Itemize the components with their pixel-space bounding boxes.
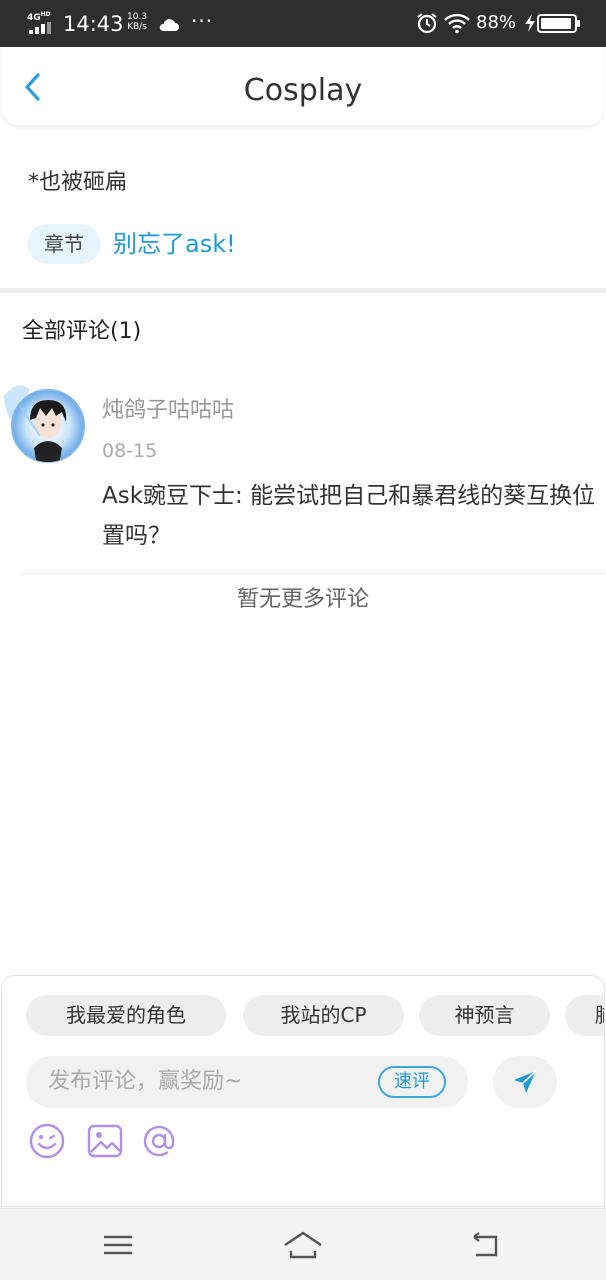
network-hd-label: HD [40, 11, 51, 18]
send-button[interactable] [493, 1056, 557, 1108]
section-divider [0, 288, 606, 293]
quick-chip[interactable]: 我最爱的角色 [26, 995, 226, 1036]
comment-date: 08-15 [102, 440, 158, 462]
comment-composer: 我最爱的角色 我站的CP 神预言 脑 发布评论，赢奖励~ 速评 [1, 975, 605, 1207]
page-title: Cosplay [243, 73, 363, 108]
post-text: *也被砸扁 [28, 170, 128, 195]
cloud-icon [159, 19, 179, 31]
comment-input[interactable]: 发布评论，赢奖励~ 速评 [26, 1056, 468, 1108]
comment-divider [20, 573, 606, 574]
mention-icon[interactable] [140, 1122, 178, 1160]
alarm-icon [417, 13, 437, 34]
quick-chip[interactable]: 脑 [565, 995, 604, 1036]
battery-icon [537, 14, 580, 33]
comment-body[interactable]: Ask豌豆下士: 能尝试把自己和暴君线的葵互换位置吗？ [102, 476, 596, 556]
net-speed-value: 10.3 [127, 12, 148, 22]
comment-input-placeholder: 发布评论，赢奖励~ [48, 1069, 243, 1094]
send-icon [514, 1070, 537, 1093]
menu-icon[interactable] [98, 1229, 138, 1261]
chapter-tag: 章节 [27, 224, 101, 264]
quick-review-button[interactable]: 速评 [378, 1066, 446, 1098]
quick-chip[interactable]: 神预言 [419, 995, 550, 1036]
top-app-bar: Cosplay [2, 47, 604, 125]
app-screen: 4GHD 14:43 10.3 KB/s ··· 88% Cosplay *也被… [0, 0, 606, 1280]
comments-heading: 全部评论(1) [22, 319, 142, 344]
wifi-icon [444, 13, 470, 34]
more-indicator: ··· [191, 9, 214, 33]
avatar[interactable] [0, 376, 90, 466]
battery-percent: 88% [476, 12, 517, 33]
emoji-icon[interactable] [28, 1122, 66, 1160]
clock: 14:43 [63, 12, 124, 36]
quick-chip-row: 我最爱的角色 我站的CP 神预言 脑 [26, 995, 604, 1037]
chapter-link[interactable]: 别忘了ask! [113, 227, 236, 261]
back-icon[interactable] [468, 1229, 508, 1261]
home-icon[interactable] [283, 1229, 323, 1261]
comment-username[interactable]: 炖鸽子咕咕咕 [102, 396, 234, 426]
net-speed-unit: KB/s [127, 22, 147, 32]
net-speed: 10.3 KB/s [127, 12, 147, 32]
status-bar: 4GHD 14:43 10.3 KB/s ··· 88% [0, 0, 606, 47]
image-icon[interactable] [86, 1122, 124, 1160]
charging-icon [525, 14, 535, 32]
no-more-comments: 暂无更多评论 [236, 587, 369, 612]
system-nav-bar [0, 1208, 606, 1280]
quick-chip[interactable]: 我站的CP [243, 995, 404, 1036]
signal-icon [29, 22, 53, 34]
